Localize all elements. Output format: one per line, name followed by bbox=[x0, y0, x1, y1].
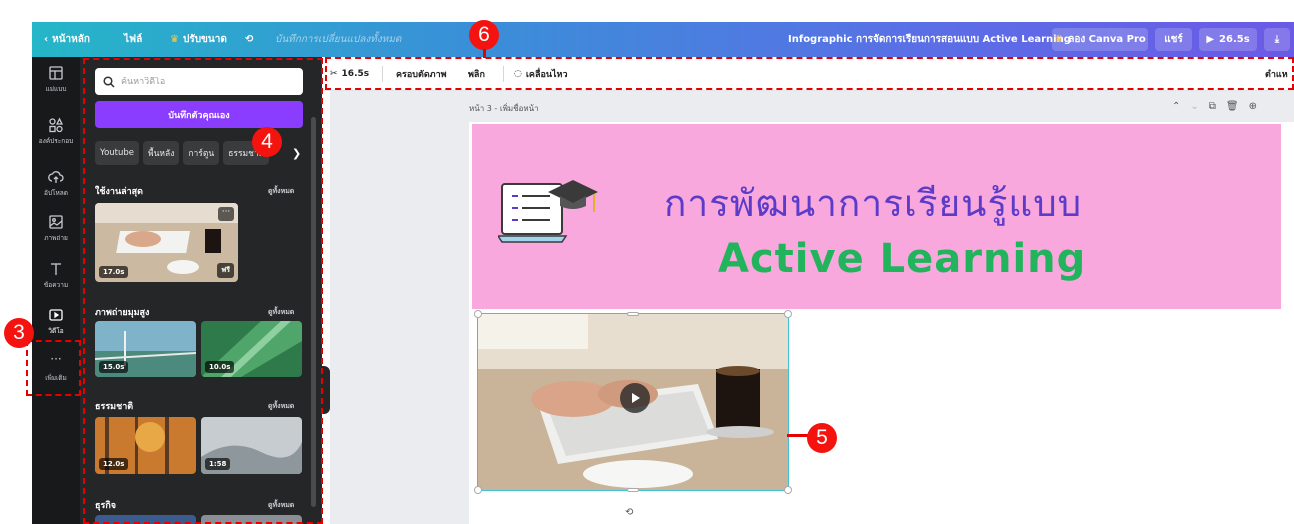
graduation-laptop-icon bbox=[498, 180, 598, 243]
resize-handle[interactable] bbox=[784, 486, 792, 494]
back-home-button[interactable]: ‹ หน้าหลัก bbox=[44, 22, 90, 57]
rail-label: องค์ประกอบ bbox=[38, 137, 74, 145]
delete-page-icon[interactable]: 🗑 bbox=[1226, 101, 1239, 112]
text-icon bbox=[51, 263, 61, 275]
back-home-label: หน้าหลัก bbox=[52, 34, 90, 45]
resize-handle[interactable] bbox=[784, 310, 792, 318]
resize-button[interactable]: ♛ ปรับขนาด bbox=[170, 22, 227, 57]
annotation-badge-5: 5 bbox=[807, 423, 837, 453]
try-pro-label: ลอง Canva Pro bbox=[1068, 34, 1146, 45]
play-button[interactable] bbox=[620, 383, 650, 413]
rail-label: ภาพถ่าย bbox=[44, 234, 68, 242]
download-icon: ⤓ bbox=[1274, 34, 1280, 45]
rotate-icon[interactable]: ⟲ bbox=[625, 507, 633, 518]
present-duration: 26.5s bbox=[1219, 34, 1250, 45]
try-pro-button[interactable]: ♛ ลอง Canva Pro bbox=[1052, 28, 1148, 51]
duplicate-page-icon[interactable]: ⧉ bbox=[1209, 101, 1216, 112]
chevron-left-icon: ‹ bbox=[44, 34, 49, 45]
annotation-box-toolbar bbox=[325, 57, 1294, 90]
selected-video-element[interactable] bbox=[474, 310, 792, 494]
elements-icon bbox=[49, 117, 64, 133]
rail-label: แม่แบบ bbox=[45, 85, 67, 93]
rail-item-text[interactable]: ข้อความ bbox=[32, 257, 80, 301]
document-title[interactable]: Infographic การจัดการเรียนการสอนแบบ Acti… bbox=[788, 22, 1071, 57]
play-icon bbox=[632, 393, 640, 403]
rail-item-uploads[interactable]: อัปโหลด bbox=[32, 165, 80, 209]
template-icon bbox=[49, 66, 63, 80]
annotation-pointer bbox=[787, 434, 809, 437]
share-button[interactable]: แชร์ bbox=[1155, 28, 1192, 51]
rail-label: อัปโหลด bbox=[43, 189, 68, 197]
file-menu-label: ไฟล์ bbox=[124, 34, 143, 45]
photo-icon bbox=[49, 215, 63, 229]
top-bar: ‹ หน้าหลัก ไฟล์ ♛ ปรับขนาด ⟲ บันทึกการเป… bbox=[32, 22, 1294, 57]
resize-handle[interactable] bbox=[627, 312, 639, 316]
page-title[interactable]: หน้า 3 - เพิ่มชื่อหน้า bbox=[469, 102, 539, 115]
resize-handle[interactable] bbox=[627, 488, 639, 492]
annotation-box-more bbox=[26, 340, 81, 396]
annotation-badge-3: 3 bbox=[4, 318, 34, 348]
crown-icon: ♛ bbox=[1054, 34, 1064, 45]
crown-icon: ♛ bbox=[170, 34, 179, 45]
panel-collapse-handle[interactable] bbox=[322, 366, 330, 414]
page-actions: ⌃ ⌄ ⧉ 🗑 ⊕ bbox=[1172, 101, 1257, 112]
resize-label: ปรับขนาด bbox=[182, 34, 227, 45]
share-label: แชร์ bbox=[1164, 34, 1183, 45]
undo-icon: ⟲ bbox=[245, 34, 254, 45]
side-rail: แม่แบบ องค์ประกอบ อัปโหลด ภาพถ่าย ข้อควา… bbox=[32, 57, 80, 524]
upload-icon bbox=[48, 171, 64, 183]
play-icon: ▶ bbox=[1206, 34, 1215, 45]
annotation-badge-6: 6 bbox=[469, 20, 499, 50]
rail-item-templates[interactable]: แม่แบบ bbox=[32, 61, 80, 105]
download-button[interactable]: ⤓ bbox=[1264, 28, 1290, 51]
resize-handle[interactable] bbox=[474, 310, 482, 318]
title-thai[interactable]: การพัฒนาการเรียนรู้แบบ bbox=[664, 174, 1082, 233]
file-menu[interactable]: ไฟล์ bbox=[124, 22, 142, 57]
rail-label: วิดีโอ bbox=[48, 327, 64, 335]
rail-item-photos[interactable]: ภาพถ่าย bbox=[32, 210, 80, 254]
video-icon bbox=[49, 309, 63, 321]
add-page-icon[interactable]: ⊕ bbox=[1249, 101, 1257, 112]
rail-item-elements[interactable]: องค์ประกอบ bbox=[32, 113, 80, 157]
chevron-down-icon[interactable]: ⌄ bbox=[1190, 101, 1198, 112]
annotation-box-panel bbox=[83, 58, 323, 524]
annotation-pointer bbox=[483, 49, 486, 58]
chevron-up-icon[interactable]: ⌃ bbox=[1172, 101, 1180, 112]
rail-label: ข้อความ bbox=[43, 281, 69, 289]
annotation-badge-4: 4 bbox=[252, 127, 282, 157]
title-english[interactable]: Active Learning bbox=[718, 236, 1086, 282]
saved-status: บันทึกการเปลี่ยนแปลงทั้งหมด bbox=[275, 34, 402, 45]
present-button[interactable]: ▶ 26.5s bbox=[1199, 28, 1257, 51]
resize-handle[interactable] bbox=[474, 486, 482, 494]
undo-button[interactable]: ⟲ bbox=[245, 22, 253, 57]
